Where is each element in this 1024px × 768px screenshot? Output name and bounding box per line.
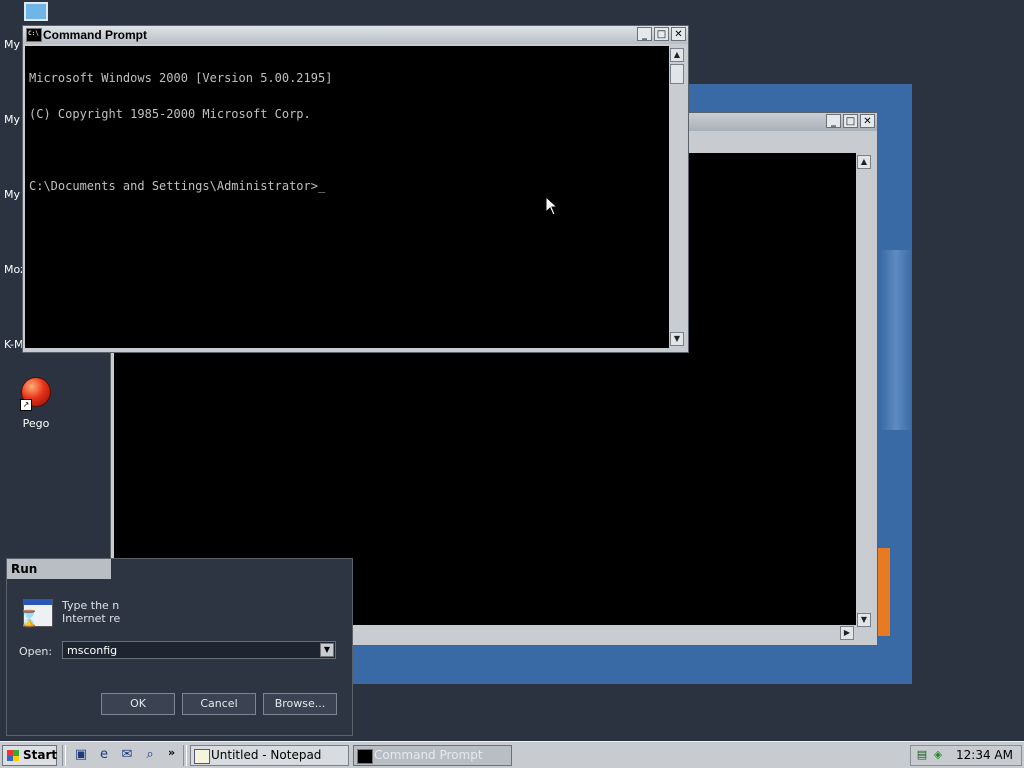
console-line: (C) Copyright 1985-2000 Microsoft Corp. bbox=[29, 107, 311, 121]
maximize-button[interactable]: □ bbox=[654, 27, 669, 41]
description-line: Internet re bbox=[62, 612, 121, 625]
title-bar[interactable]: Command Prompt _ □ ✕ bbox=[23, 26, 688, 44]
close-button[interactable]: ✕ bbox=[860, 114, 875, 128]
open-input-value[interactable]: msconfig bbox=[67, 644, 117, 657]
scroll-down-button[interactable]: ▼ bbox=[857, 613, 871, 627]
background-decoration bbox=[878, 548, 890, 636]
clock[interactable]: 12:34 AM bbox=[956, 746, 1013, 765]
internet-explorer-icon[interactable]: e bbox=[96, 747, 112, 763]
hourglass-icon: ⌛ bbox=[19, 609, 39, 628]
scroll-thumb[interactable] bbox=[670, 64, 684, 84]
quicklaunch-chevron[interactable]: » bbox=[168, 746, 175, 759]
desktop-icon-label: Pego bbox=[22, 417, 50, 430]
scroll-up-button[interactable]: ▲ bbox=[857, 155, 871, 169]
command-prompt-icon bbox=[357, 749, 373, 764]
taskbar-button-notepad[interactable]: Untitled - Notepad bbox=[190, 745, 349, 766]
chevron-down-icon[interactable]: ▼ bbox=[320, 643, 334, 657]
tray-app-icon[interactable]: ◈ bbox=[931, 748, 945, 762]
browse-button[interactable]: Browse... bbox=[263, 693, 337, 715]
taskbar-separator bbox=[62, 745, 66, 766]
desktop-icon-pego[interactable]: ↗ Pego bbox=[14, 377, 58, 430]
start-button[interactable]: Start bbox=[2, 745, 57, 766]
windows-logo-icon bbox=[7, 750, 19, 761]
desktop-icon-label: My bbox=[4, 38, 21, 51]
taskbar: Start ▣ e ✉ ⌕ » Untitled - Notepad Comma… bbox=[0, 741, 1024, 768]
task-label: Untitled - Notepad bbox=[211, 748, 322, 762]
task-label: Command Prompt bbox=[374, 748, 483, 762]
minimize-button[interactable]: _ bbox=[826, 114, 841, 128]
shortcut-arrow-icon: ↗ bbox=[20, 399, 32, 411]
taskbar-button-command-prompt[interactable]: Command Prompt bbox=[353, 745, 512, 766]
dialog-description: Type the n Internet re bbox=[62, 599, 120, 625]
minimize-button[interactable]: _ bbox=[637, 27, 652, 41]
scroll-up-button[interactable]: ▲ bbox=[670, 48, 684, 62]
cancel-button[interactable]: Cancel bbox=[182, 693, 256, 715]
notepad-icon bbox=[194, 749, 210, 764]
console-line: Microsoft Windows 2000 [Version 5.00.219… bbox=[29, 71, 333, 85]
open-label: Open: bbox=[19, 645, 53, 658]
maximize-button[interactable]: □ bbox=[843, 114, 858, 128]
run-dialog[interactable]: Run ⌛ Type the n Internet re Open: mscon… bbox=[6, 558, 353, 736]
close-button[interactable]: ✕ bbox=[671, 27, 686, 41]
console-prompt-line[interactable]: C:\Documents and Settings\Administrator>… bbox=[29, 180, 665, 192]
background-decoration bbox=[880, 250, 912, 430]
console-output[interactable]: Microsoft Windows 2000 [Version 5.00.219… bbox=[25, 46, 669, 348]
start-label: Start bbox=[23, 748, 58, 762]
description-line: Type the n bbox=[62, 599, 120, 612]
ok-button[interactable]: OK bbox=[101, 693, 175, 715]
dialog-title: Run bbox=[7, 559, 111, 579]
desktop-icon-label: K-M bbox=[4, 338, 24, 351]
command-prompt-window[interactable]: Command Prompt _ □ ✕ Microsoft Windows 2… bbox=[22, 25, 689, 353]
desktop-icon-label: My bbox=[4, 188, 21, 201]
vertical-scrollbar[interactable]: ▲ ▼ bbox=[669, 46, 685, 348]
mouse-cursor-icon bbox=[545, 196, 559, 216]
search-icon[interactable]: ⌕ bbox=[142, 747, 158, 763]
command-prompt-icon[interactable] bbox=[26, 28, 42, 42]
taskbar-separator bbox=[183, 745, 187, 766]
show-desktop-icon[interactable]: ▣ bbox=[73, 747, 89, 763]
window-title: Command Prompt bbox=[43, 28, 148, 42]
open-combobox[interactable]: msconfig ▼ bbox=[62, 641, 336, 659]
scroll-right-button[interactable]: ▶ bbox=[840, 626, 854, 640]
system-tray: ▤ ◈ 12:34 AM bbox=[910, 745, 1022, 766]
scroll-down-button[interactable]: ▼ bbox=[670, 332, 684, 346]
desktop-top-icon[interactable] bbox=[24, 2, 48, 21]
network-icon[interactable]: ▤ bbox=[915, 748, 929, 762]
outlook-express-icon[interactable]: ✉ bbox=[119, 747, 135, 763]
vertical-scrollbar[interactable]: ▲ ▼ bbox=[856, 153, 872, 627]
